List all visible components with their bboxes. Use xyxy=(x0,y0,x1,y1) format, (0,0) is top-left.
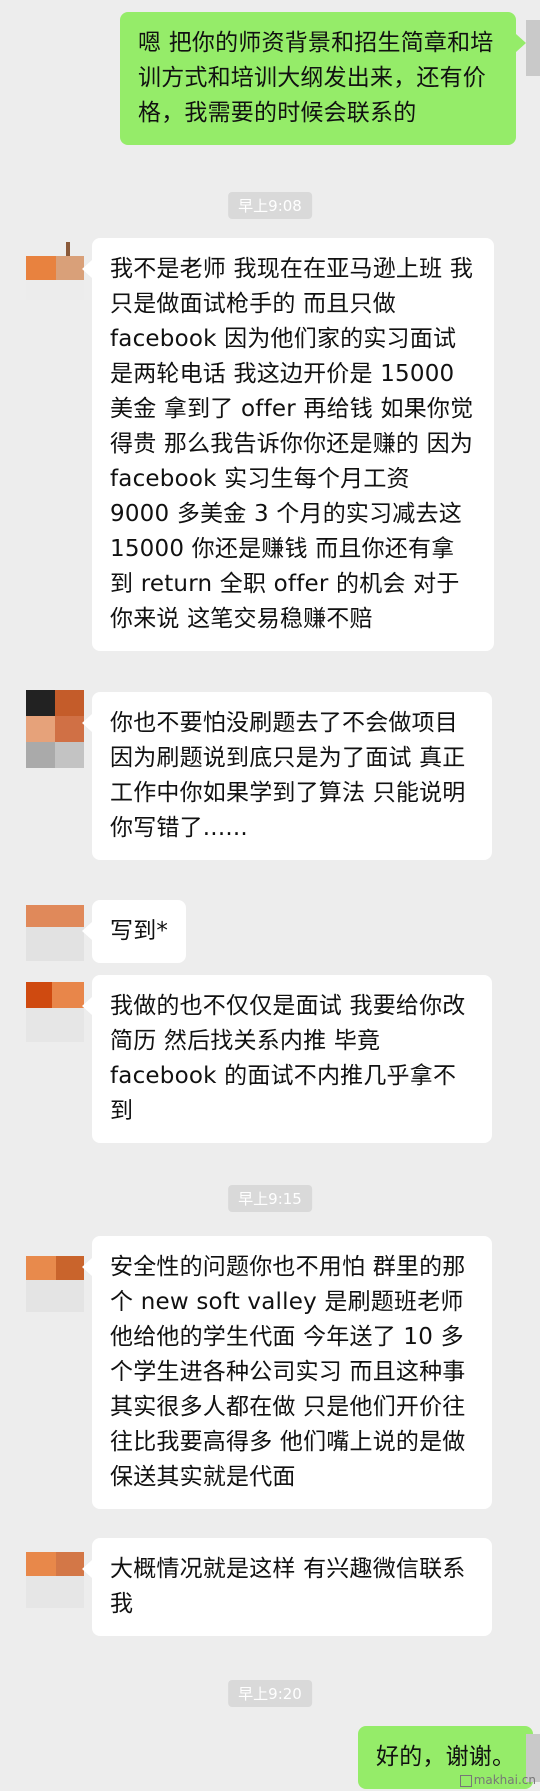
avatar[interactable] xyxy=(26,905,84,961)
avatar[interactable] xyxy=(26,982,84,1042)
watermark-text: makhai.cn xyxy=(473,1773,536,1787)
message-bubble-incoming[interactable]: 大概情况就是这样 有兴趣微信联系我 xyxy=(82,1538,492,1636)
timestamp: 早上9:20 xyxy=(228,1680,312,1707)
message-bubble-incoming[interactable]: 安全性的问题你也不用怕 群里的那个 new soft valley 是刷题班老师… xyxy=(82,1236,492,1509)
message-text: 我做的也不仅仅是面试 我要给你改简历 然后找关系内推 毕竟 facebook 的… xyxy=(110,993,466,1124)
message-bubble-incoming[interactable]: 你也不要怕没刷题去了不会做项目 因为刷题说到底只是为了面试 真正工作中你如果学到… xyxy=(82,692,492,860)
avatar[interactable] xyxy=(526,20,540,76)
avatar[interactable] xyxy=(26,690,84,770)
watermark: makhai.cn xyxy=(459,1773,536,1787)
message-text: 嗯 把你的师资背景和招生简章和培训方式和培训大纲发出来，还有价格，我需要的时候会… xyxy=(138,30,494,126)
message-text: 你也不要怕没刷题去了不会做项目 因为刷题说到底只是为了面试 真正工作中你如果学到… xyxy=(110,710,466,841)
message-bubble-incoming[interactable]: 我不是老师 我现在在亚马逊上班 我只是做面试枪手的 而且只做facebook 因… xyxy=(82,238,494,651)
message-bubble-incoming[interactable]: 我做的也不仅仅是面试 我要给你改简历 然后找关系内推 毕竟 facebook 的… xyxy=(82,975,492,1143)
message-text: 好的，谢谢。 xyxy=(376,1744,516,1770)
timestamp: 早上9:15 xyxy=(228,1185,312,1212)
message-bubble-incoming[interactable]: 写到* xyxy=(81,900,187,963)
timestamp: 早上9:08 xyxy=(228,192,312,219)
avatar[interactable] xyxy=(26,242,84,300)
message-bubble-outgoing[interactable]: 嗯 把你的师资背景和招生简章和培训方式和培训大纲发出来，还有价格，我需要的时候会… xyxy=(120,12,526,145)
message-text: 写到* xyxy=(110,918,169,944)
avatar[interactable] xyxy=(26,1256,84,1312)
message-text: 我不是老师 我现在在亚马逊上班 我只是做面试枪手的 而且只做facebook 因… xyxy=(110,256,474,632)
message-text: 大概情况就是这样 有兴趣微信联系我 xyxy=(110,1556,466,1617)
avatar[interactable] xyxy=(26,1552,84,1608)
message-text: 安全性的问题你也不用怕 群里的那个 new soft valley 是刷题班老师… xyxy=(110,1254,466,1490)
watermark-icon xyxy=(459,1774,472,1787)
